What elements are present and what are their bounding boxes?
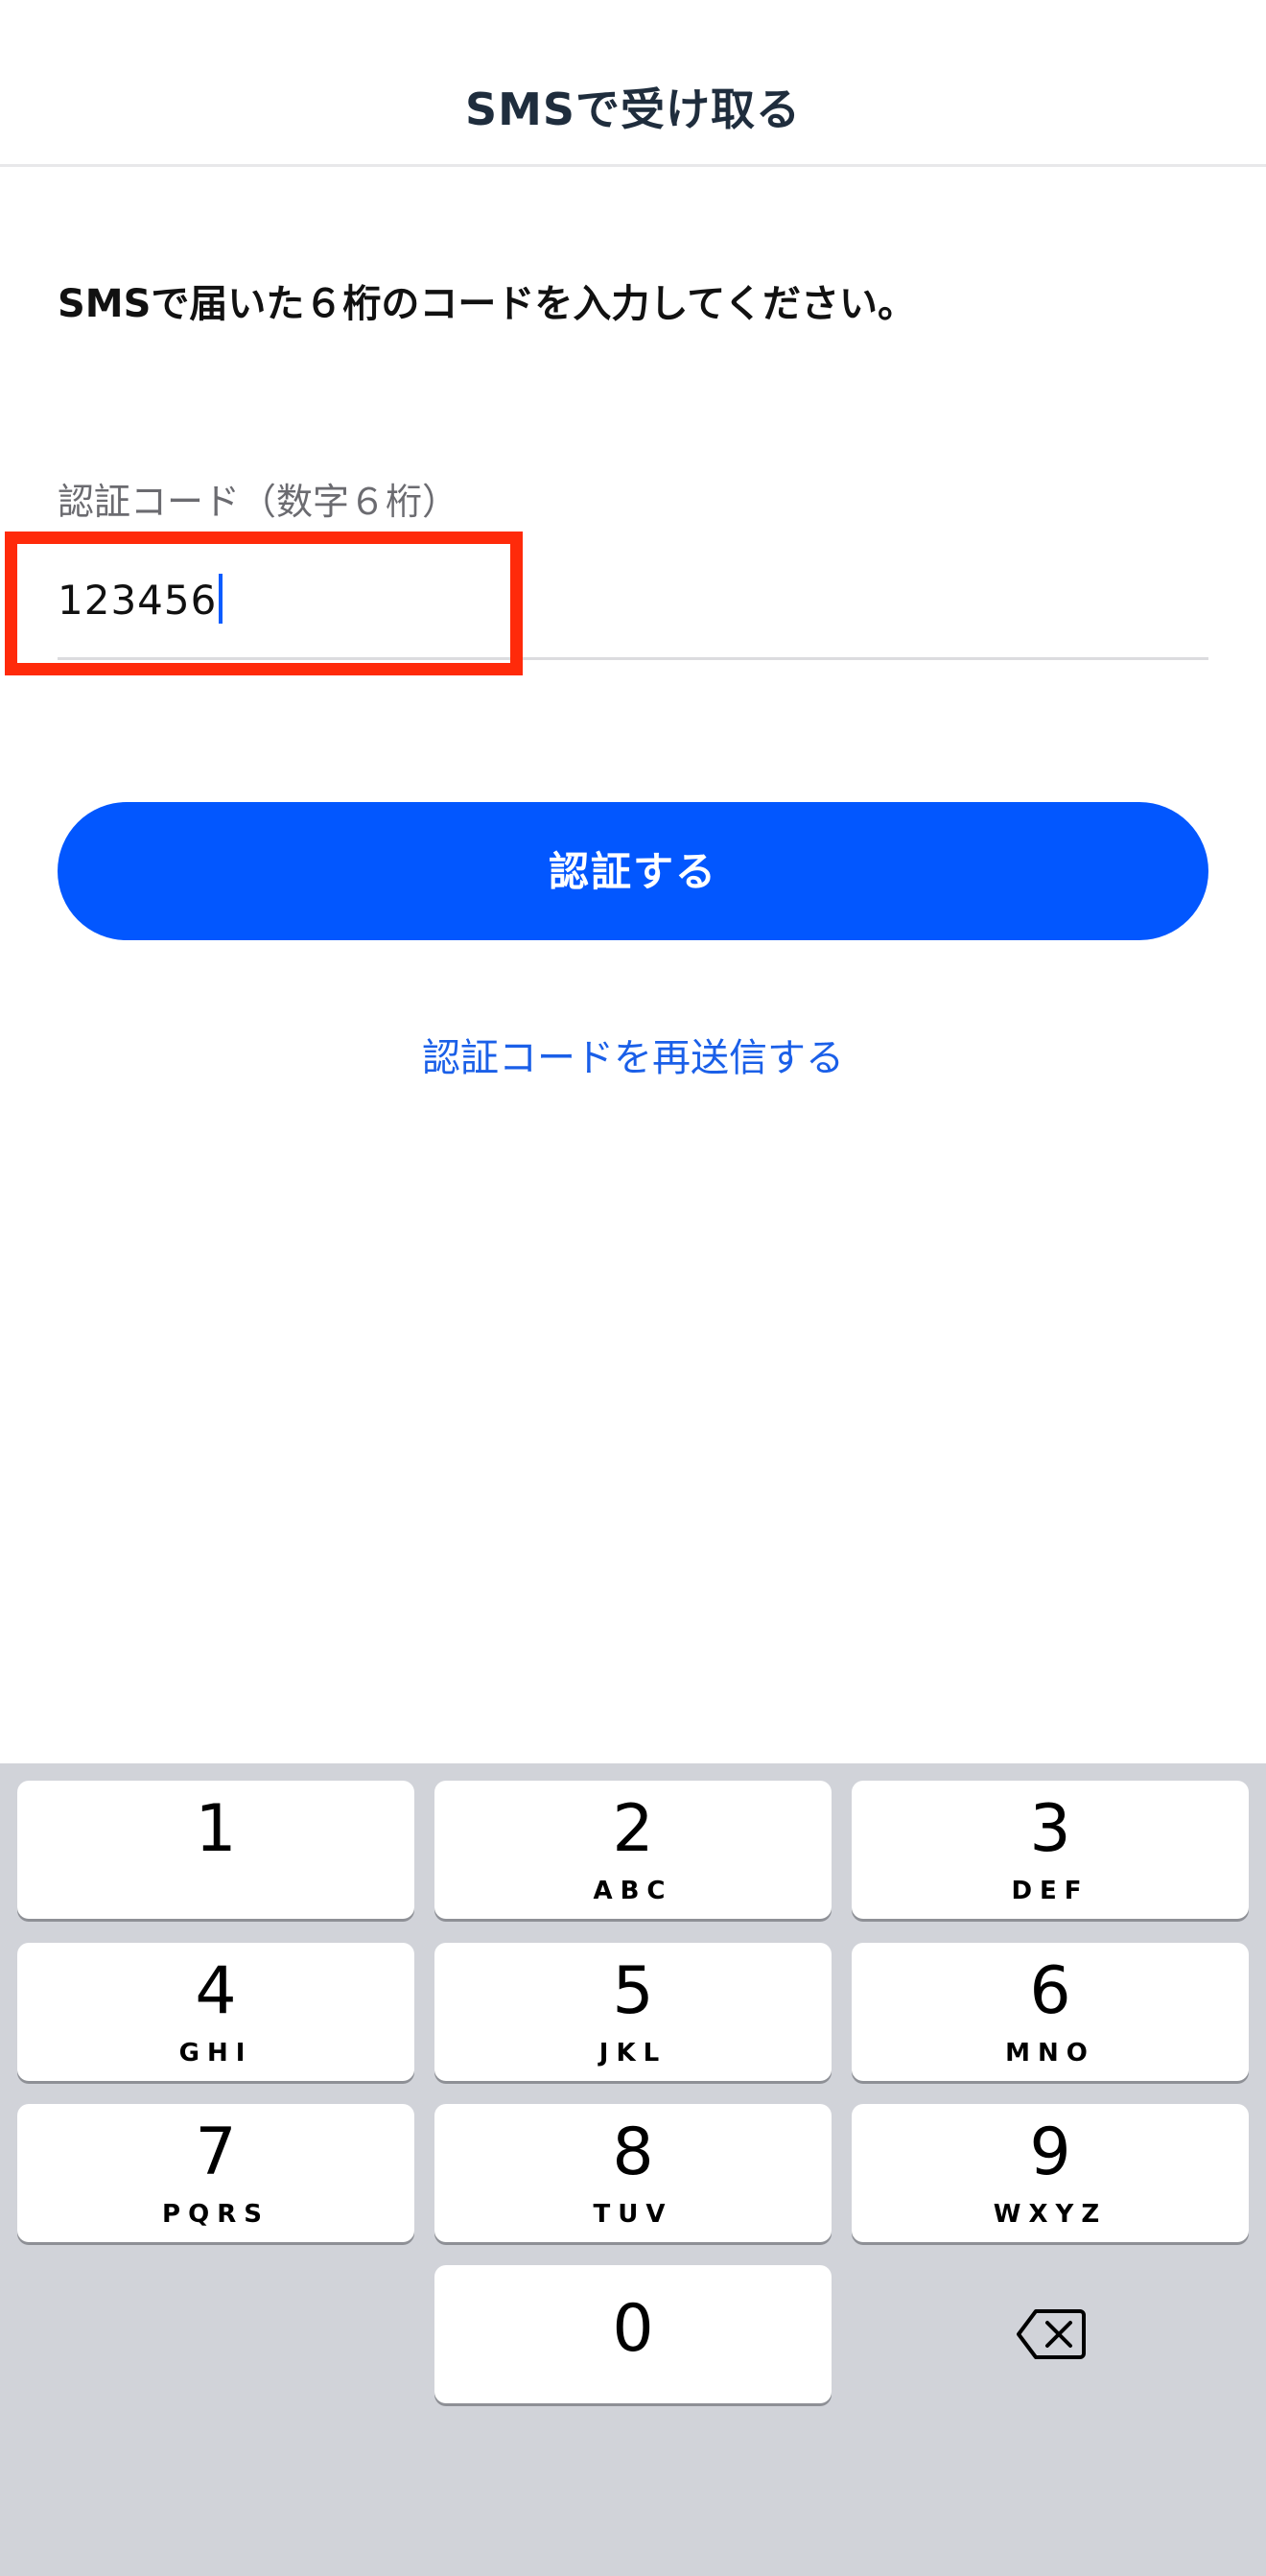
key-digit: 0 xyxy=(612,2291,654,2367)
numeric-keypad: 1 2 ABC 3 DEF 4 GHI 5 JKL 6 MNO 7 PQRS 8… xyxy=(0,1763,1266,2576)
key-0[interactable]: 0 xyxy=(434,2265,832,2403)
key-letters: WXYZ xyxy=(993,2200,1108,2229)
key-6[interactable]: 6 MNO xyxy=(852,1943,1249,2081)
key-letters: GHI xyxy=(178,2039,253,2068)
key-2[interactable]: 2 ABC xyxy=(434,1781,832,1919)
key-9[interactable]: 9 WXYZ xyxy=(852,2104,1249,2242)
key-letters: MNO xyxy=(1005,2039,1095,2068)
key-digit: 1 xyxy=(195,1791,237,1867)
key-digit: 8 xyxy=(612,2115,654,2190)
highlight-annotation-box xyxy=(5,532,523,675)
key-letters: ABC xyxy=(593,1877,673,1905)
key-digit: 3 xyxy=(1029,1791,1071,1867)
key-7[interactable]: 7 PQRS xyxy=(17,2104,414,2242)
key-digit: 6 xyxy=(1029,1953,1071,2029)
backspace-icon xyxy=(1017,2309,1086,2359)
nav-bar: SMSで受け取る xyxy=(0,0,1266,167)
key-letters: TUV xyxy=(593,2200,673,2229)
page-title: SMSで受け取る xyxy=(464,83,802,135)
key-digit: 2 xyxy=(612,1791,654,1867)
key-digit: 4 xyxy=(195,1953,237,2029)
key-1[interactable]: 1 xyxy=(17,1781,414,1919)
resend-code-link[interactable]: 認証コードを再送信する xyxy=(0,1027,1266,1082)
key-letters: PQRS xyxy=(162,2200,270,2229)
backspace-key[interactable] xyxy=(852,2265,1249,2403)
key-digit: 5 xyxy=(612,1953,654,2029)
key-4[interactable]: 4 GHI xyxy=(17,1943,414,2081)
key-3[interactable]: 3 DEF xyxy=(852,1781,1249,1919)
key-digit: 7 xyxy=(195,2115,237,2190)
key-letters: DEF xyxy=(1011,1877,1090,1905)
key-8[interactable]: 8 TUV xyxy=(434,2104,832,2242)
instruction-text: SMSで届いた６桁のコードを入力してください。 xyxy=(58,282,917,326)
key-digit: 9 xyxy=(1029,2115,1071,2190)
verify-button[interactable]: 認証する xyxy=(58,802,1208,940)
key-5[interactable]: 5 JKL xyxy=(434,1943,832,2081)
code-field-label: 認証コード（数字６桁） xyxy=(58,481,459,523)
key-letters: JKL xyxy=(598,2039,668,2068)
